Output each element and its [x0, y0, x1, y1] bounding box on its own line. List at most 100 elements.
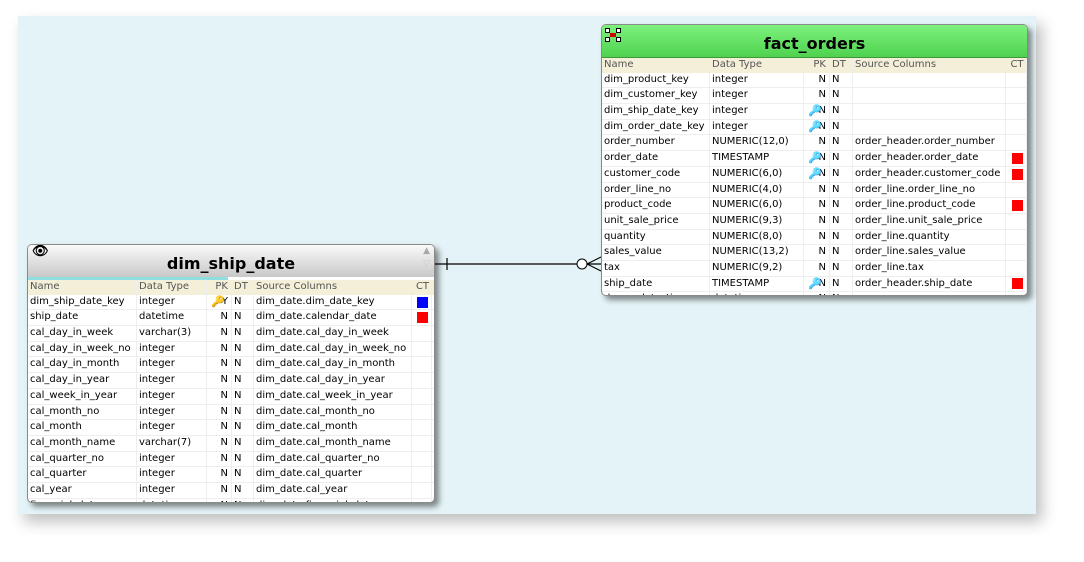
column-row[interactable]: cal_year integer N Ndim_date.cal_year [28, 482, 434, 499]
cell-pk: N [207, 498, 232, 502]
column-row[interactable]: ship_date datetime N Ndim_date.calendar_dat… [28, 310, 434, 327]
column-row[interactable]: tax NUMERIC(9,2) N Norder_line.tax [602, 260, 1027, 277]
column-row[interactable]: quantity NUMERIC(8,0) N Norder_line.quantit… [602, 229, 1027, 246]
column-row[interactable]: dim_product_key integer N N [602, 72, 1027, 89]
cell-name: cal_month [28, 420, 137, 435]
cell-source: order_header.ship_date [853, 276, 1006, 292]
column-header-source: Source Columns [254, 280, 412, 295]
cell-pk: 🔑 N [804, 104, 830, 119]
column-row[interactable]: cal_day_in_month integer N Ndim_date.cal_da… [28, 357, 434, 374]
column-row[interactable]: product_code NUMERIC(6,0) N Norder_line.pro… [602, 198, 1027, 214]
column-row[interactable]: cal_month_no integer N Ndim_date.cal_month_… [28, 404, 434, 421]
column-row[interactable]: cal_quarter integer N Ndim_date.cal_quarter [28, 467, 434, 483]
column-header-source: Source Columns [853, 58, 1006, 73]
cell-ct [1006, 135, 1027, 151]
cell-pk: N [207, 341, 232, 357]
change-type-blue-marker [417, 296, 428, 308]
column-row[interactable]: cal_quarter_no integer N Ndim_date.cal_quar… [28, 451, 434, 468]
column-header-row: Name Data Type PK DT Source Columns CT [28, 280, 434, 295]
column-row[interactable]: cal_month integer N Ndim_date.cal_month [28, 420, 434, 436]
cell-pk: N [207, 357, 232, 373]
cell-name: sales_value [602, 245, 710, 260]
column-row[interactable]: order_date TIMESTAMP 🔑 N Norder_header.order… [602, 151, 1027, 167]
cell-name: cal_day_in_month [28, 357, 137, 373]
cell-ct [412, 435, 432, 451]
scroll-down-icon[interactable]: ▽ [423, 245, 430, 283]
table-fact-orders[interactable]: fact_orders Name Data Type PK DT Source Colu… [601, 24, 1028, 296]
column-row[interactable]: cal_day_in_week varchar(3) N Ndim_date.cal_… [28, 326, 434, 342]
column-row[interactable]: cal_week_in_year integer N Ndim_date.cal_we… [28, 388, 434, 405]
cell-dt: N [232, 326, 254, 341]
cell-name: order_number [602, 135, 710, 151]
cell-name: cal_month_name [28, 435, 137, 451]
column-row[interactable]: cal_month_name varchar(7) N Ndim_date.cal_m… [28, 435, 434, 452]
cell-name: cal_year [28, 482, 137, 498]
cell-pk: 🔑 N [804, 276, 830, 292]
cell-pk: N [207, 310, 232, 326]
column-row[interactable]: dss_update_timedatetimeNN [602, 292, 1027, 295]
cell-name: quantity [602, 229, 710, 245]
cell-type: NUMERIC(6,0) [710, 166, 804, 182]
cell-name: ship_date [28, 310, 137, 326]
cell-source [853, 72, 1006, 88]
cell-ct [412, 294, 432, 310]
cell-source: order_line.quantity [853, 229, 1006, 245]
column-row[interactable]: dim_ship_date_key integer 🔑 N N [602, 104, 1027, 120]
cell-dt: N [830, 182, 853, 198]
cell-ct [1006, 229, 1027, 245]
cell-type: integer [137, 388, 207, 404]
column-row[interactable]: sales_value NUMERIC(13,2) N Norder_line.sal… [602, 245, 1027, 261]
cell-pk: N [207, 482, 232, 498]
cell-source: dim_date.cal_day_in_week_no [254, 341, 412, 357]
cell-pk: N [804, 72, 830, 88]
cell-pk: N [207, 420, 232, 435]
cell-type: TIMESTAMP [710, 276, 804, 292]
cell-type: NUMERIC(4,0) [710, 182, 804, 198]
cell-dt: N [232, 467, 254, 482]
column-row[interactable]: unit_sale_price NUMERIC(9,3) N Norder_line.… [602, 213, 1027, 230]
cell-ct [412, 404, 432, 420]
cell-type: varchar(7) [137, 435, 207, 451]
cell-type: NUMERIC(9,3) [710, 213, 804, 229]
table-dim-ship-date[interactable]: 👁 dim_ship_date ▲ ▽ Name Data Type PK DT Sou… [27, 244, 435, 503]
change-type-red-marker [417, 312, 428, 324]
cell-type: varchar(3) [137, 326, 207, 341]
cell-ct [412, 482, 432, 498]
cell-type: integer [137, 420, 207, 435]
cell-source: dim_date.cal_week_in_year [254, 388, 412, 404]
cell-type: integer [137, 451, 207, 467]
header-progress-bar [28, 277, 228, 280]
column-row[interactable]: financial_datedatetimeNNdim_date.financi… [28, 498, 434, 502]
column-row[interactable]: cal_day_in_week_no integer N Ndim_date.cal_… [28, 341, 434, 358]
column-row[interactable]: cal_day_in_year integer N Ndim_date.cal_day… [28, 373, 434, 389]
cell-source [853, 119, 1006, 135]
column-row[interactable]: dim_order_date_key integer 🔑 N N [602, 119, 1027, 136]
key-icon: 🔑 [808, 276, 822, 290]
cell-name: cal_day_in_year [28, 373, 137, 388]
column-row[interactable]: ship_date TIMESTAMP 🔑 N Norder_header.ship_d… [602, 276, 1027, 293]
cell-dt: N [232, 451, 254, 467]
column-header-ct: CT [1006, 58, 1027, 73]
cell-source: order_header.order_date [853, 151, 1006, 166]
cell-dt: N [830, 213, 853, 229]
column-row[interactable]: dim_customer_key integer N N [602, 88, 1027, 105]
cell-dt: N [830, 198, 853, 213]
cell-pk: N [804, 198, 830, 213]
cell-type: integer [137, 482, 207, 498]
column-row[interactable]: order_number NUMERIC(12,0) N Norder_header.… [602, 135, 1027, 152]
cell-type: NUMERIC(8,0) [710, 229, 804, 245]
cell-type: integer [710, 88, 804, 104]
cell-name: cal_quarter_no [28, 451, 137, 467]
eye-icon[interactable]: 👁 [32, 245, 49, 271]
cell-ct [1006, 119, 1027, 135]
cell-dt: N [830, 88, 853, 104]
column-row[interactable]: dim_ship_date_key integer 🔑 Y Ndim_date.dim_… [28, 294, 434, 311]
cell-name: dim_customer_key [602, 88, 710, 104]
column-row[interactable]: order_line_no NUMERIC(4,0) N Norder_line.or… [602, 182, 1027, 199]
cell-dt: N [232, 498, 254, 502]
table-header[interactable]: 👁 dim_ship_date ▲ ▽ [28, 245, 434, 280]
cell-pk: N [207, 435, 232, 451]
column-row[interactable]: customer_code NUMERIC(6,0) 🔑 N Norder_header… [602, 166, 1027, 183]
table-header[interactable]: fact_orders [602, 25, 1027, 58]
cell-source: dim_date.cal_quarter [254, 467, 412, 482]
